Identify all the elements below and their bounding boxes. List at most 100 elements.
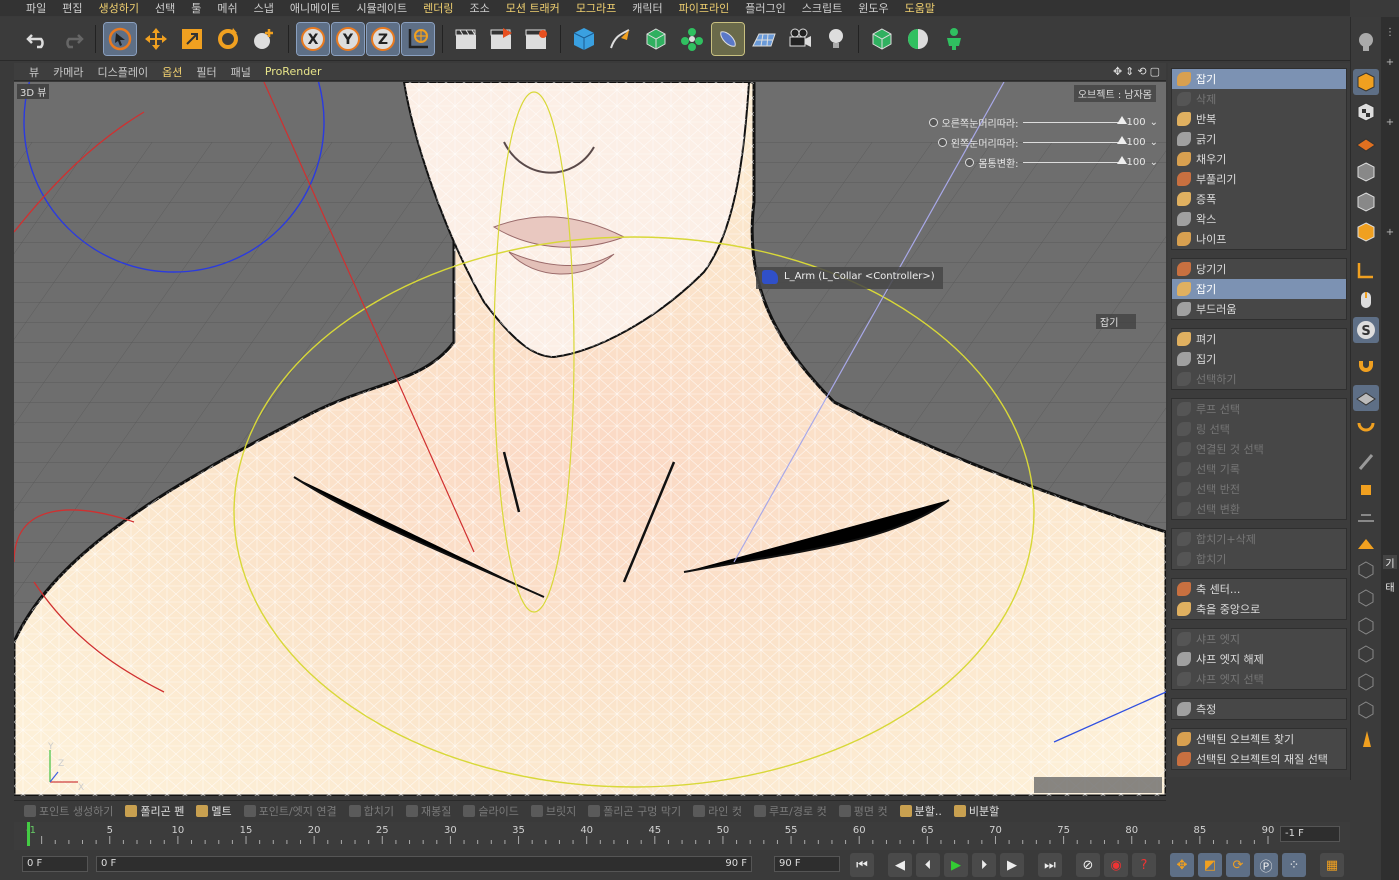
rotate-tool-button[interactable]: [212, 23, 244, 55]
light-button[interactable]: [820, 23, 852, 55]
command-item[interactable]: 선택된 오브젝트 찾기: [1172, 729, 1346, 749]
viewport-menu-display[interactable]: 디스플레이: [91, 64, 156, 80]
menu-item-4[interactable]: 툴: [183, 0, 209, 16]
frame-range-slider[interactable]: 0 F 90 F: [96, 856, 752, 872]
move-tool-button[interactable]: [140, 23, 172, 55]
character-button[interactable]: [938, 23, 970, 55]
play-button[interactable]: ▶: [944, 853, 968, 877]
chevron-down-icon[interactable]: ⌄: [1150, 117, 1158, 128]
go-to-end-button[interactable]: ⏭: [1038, 853, 1062, 877]
menu-item-13[interactable]: 캐릭터: [624, 0, 670, 16]
slider-value[interactable]: 100: [1127, 137, 1146, 148]
command-item[interactable]: 잡기: [1172, 279, 1346, 299]
cube-object-button[interactable]: [568, 23, 600, 55]
polybar-tool-6[interactable]: 슬라이드: [459, 803, 526, 819]
pan-view-icon[interactable]: ✥: [1113, 65, 1122, 78]
subdivision-surface-button[interactable]: [640, 23, 672, 55]
x-axis-button[interactable]: X: [296, 22, 330, 56]
grip-icon[interactable]: ⋮: [1383, 27, 1397, 41]
viewport-menu-view[interactable]: 뷰: [22, 64, 46, 80]
menu-item-12[interactable]: 모그라프: [568, 0, 624, 16]
slider-track[interactable]: [1022, 155, 1127, 164]
chevron-down-icon[interactable]: ⌄: [1150, 157, 1158, 168]
cube-tool-5-button[interactable]: [1353, 669, 1379, 695]
bridge-palette-button[interactable]: [1353, 503, 1379, 529]
texture-mode-button[interactable]: [1353, 99, 1379, 125]
slider-body-transform[interactable]: 몸통변환: 100 ⌄: [965, 155, 1158, 170]
menu-item-6[interactable]: 스냅: [246, 0, 282, 16]
command-item[interactable]: 나이프: [1172, 229, 1346, 249]
record-disabled-button[interactable]: ⊘: [1076, 853, 1100, 877]
magnet-button[interactable]: [1353, 355, 1379, 381]
previous-frame-button[interactable]: ⏴: [916, 853, 940, 877]
key-pla-button[interactable]: ⁘: [1282, 853, 1306, 877]
menu-item-15[interactable]: 플러그인: [737, 0, 793, 16]
command-item[interactable]: 부드러움: [1172, 299, 1346, 319]
menu-item-16[interactable]: 스크립트: [794, 0, 850, 16]
cube-tool-1-button[interactable]: [1353, 557, 1379, 583]
autokey-button[interactable]: ?: [1132, 853, 1156, 877]
bevel-palette-button[interactable]: [1353, 531, 1379, 557]
playhead[interactable]: [27, 822, 30, 846]
polybar-tool-1[interactable]: 폴리곤 펜: [121, 803, 192, 819]
deformer-button[interactable]: [711, 22, 745, 56]
dock-tab-1[interactable]: 기: [1383, 555, 1397, 570]
menu-item-8[interactable]: 시뮬레이트: [348, 0, 415, 16]
3d-viewport[interactable]: 3D 뷰 오브젝트 : 남자몸 오른쪽눈머리따라: 100 ⌄ 왼쪽눈머리따라:…: [14, 82, 1166, 796]
dock-tab-2[interactable]: 태: [1383, 579, 1397, 594]
workplane-mode-button[interactable]: [1353, 129, 1379, 155]
previous-key-button[interactable]: ◀: [888, 853, 912, 877]
pen-spline-button[interactable]: [604, 23, 636, 55]
record-button[interactable]: ◉: [1104, 853, 1128, 877]
next-key-button[interactable]: ▶: [1000, 853, 1024, 877]
next-frame-button[interactable]: ⏵: [972, 853, 996, 877]
redo-button[interactable]: [56, 23, 88, 55]
camera-button[interactable]: [784, 23, 816, 55]
edges-mode-button[interactable]: [1353, 189, 1379, 215]
scale-tool-button[interactable]: [176, 23, 208, 55]
slider-dot-icon[interactable]: [928, 117, 938, 127]
polygons-mode-button[interactable]: [1353, 219, 1379, 245]
polybar-tool-9[interactable]: 라인 컷: [689, 803, 750, 819]
key-scale-button[interactable]: ◩: [1198, 853, 1222, 877]
polybar-tool-7[interactable]: 브릿지: [527, 803, 584, 819]
plus-icon[interactable]: +: [1383, 117, 1397, 131]
workplane-lock-button[interactable]: [1353, 385, 1379, 411]
z-axis-button[interactable]: Z: [366, 22, 400, 56]
plus-icon[interactable]: +: [1383, 227, 1397, 241]
maximize-view-icon[interactable]: ▢: [1150, 65, 1160, 78]
command-item[interactable]: 축을 중앙으로: [1172, 599, 1346, 619]
sculpt-brush-palette-button[interactable]: [1353, 725, 1379, 751]
menu-item-14[interactable]: 파이프라인: [671, 0, 738, 16]
viewport-menu-prorender[interactable]: ProRender: [258, 65, 329, 78]
command-item[interactable]: 당기기: [1172, 259, 1346, 279]
y-axis-button[interactable]: Y: [331, 22, 365, 56]
polybar-tool-5[interactable]: 재봉질: [402, 803, 459, 819]
viewport-menu-panel[interactable]: 패널: [224, 64, 258, 80]
model-mode-button[interactable]: [866, 23, 898, 55]
command-item[interactable]: 펴기: [1172, 329, 1346, 349]
zoom-view-icon[interactable]: ⇕: [1125, 65, 1134, 78]
floor-button[interactable]: [748, 23, 780, 55]
menu-item-10[interactable]: 조소: [461, 0, 497, 16]
go-to-start-button[interactable]: ⏮: [850, 853, 874, 877]
menu-item-1[interactable]: 편집: [54, 0, 90, 16]
polybar-tool-0[interactable]: 포인트 생성하기: [20, 803, 121, 819]
command-item[interactable]: 선택된 오브젝트의 재질 선택: [1172, 749, 1346, 769]
tweak-mode-button[interactable]: [1353, 287, 1379, 313]
menu-item-9[interactable]: 렌더링: [415, 0, 461, 16]
chevron-down-icon[interactable]: ⌄: [1150, 137, 1158, 148]
command-item[interactable]: 집기: [1172, 349, 1346, 369]
polybar-tool-2[interactable]: 멜트: [192, 803, 239, 819]
menu-item-18[interactable]: 도움말: [897, 0, 943, 16]
menu-item-11[interactable]: 모션 트래커: [498, 0, 568, 16]
snap-button[interactable]: S: [1353, 317, 1379, 343]
polybar-tool-8[interactable]: 폴리곤 구멍 막기: [584, 803, 689, 819]
command-item[interactable]: 왁스: [1172, 209, 1346, 229]
slider-value[interactable]: 100: [1127, 117, 1146, 128]
render-view-button[interactable]: [450, 23, 482, 55]
menu-item-5[interactable]: 메쉬: [209, 0, 245, 16]
material-button[interactable]: [902, 23, 934, 55]
sculpt-layout-button[interactable]: [1353, 29, 1379, 55]
slider-thumb[interactable]: [1116, 155, 1127, 164]
